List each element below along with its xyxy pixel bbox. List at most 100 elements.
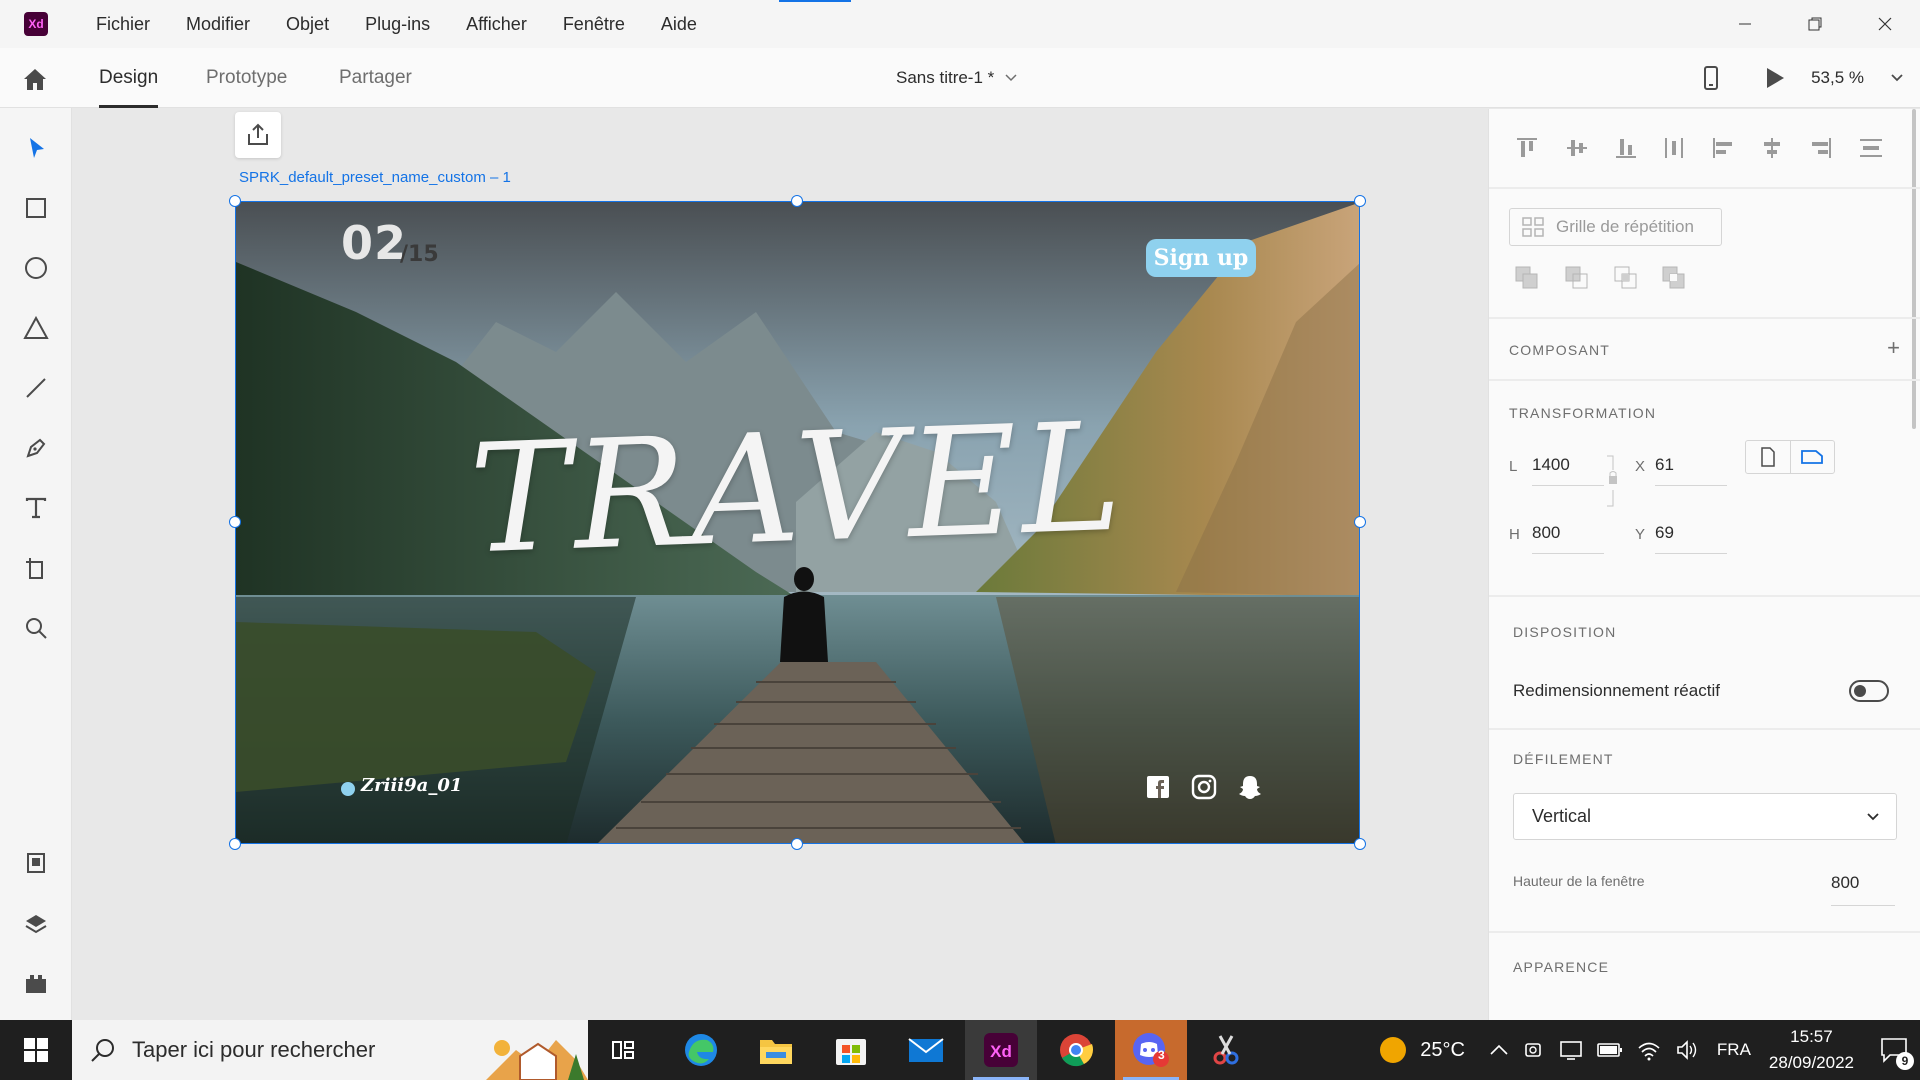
wifi-icon[interactable]	[1637, 1039, 1661, 1061]
align-right-button[interactable]	[1807, 134, 1835, 162]
distribute-horizontal-button[interactable]	[1857, 134, 1885, 162]
clock[interactable]: 15:57 28/09/2022	[1769, 1024, 1854, 1076]
document-title[interactable]: Sans titre-1 *	[896, 48, 1018, 108]
boolean-exclude-button[interactable]	[1660, 264, 1688, 292]
resize-handle-bottom-right[interactable]	[1354, 838, 1366, 850]
boolean-add-button[interactable]	[1513, 264, 1541, 292]
polygon-tool[interactable]	[20, 312, 52, 344]
close-button[interactable]	[1850, 0, 1920, 48]
edge-app[interactable]	[665, 1020, 737, 1080]
discord-badge: 3	[1158, 1048, 1165, 1062]
scroll-direction-select[interactable]: Vertical	[1513, 793, 1897, 840]
minimize-button[interactable]	[1710, 0, 1780, 48]
camera-icon[interactable]	[1523, 1039, 1545, 1061]
signup-button[interactable]: Sign up	[1146, 239, 1256, 277]
weather-sun-icon[interactable]	[1378, 1035, 1408, 1065]
text-tool[interactable]	[20, 492, 52, 524]
line-tool[interactable]	[20, 372, 52, 404]
resize-handle-top-left[interactable]	[229, 195, 241, 207]
distribute-vertical-button[interactable]	[1660, 134, 1688, 162]
tab-prototype[interactable]: Prototype	[206, 48, 287, 108]
home-button[interactable]	[20, 64, 50, 94]
menu-aide[interactable]: Aide	[643, 0, 715, 48]
xd-logo-icon: Xd	[24, 12, 48, 36]
responsive-resize-label: Redimensionnement réactif	[1513, 681, 1720, 700]
taskbar-search[interactable]: Taper ici pour rechercher	[72, 1020, 588, 1080]
rectangle-tool[interactable]	[20, 192, 52, 224]
align-middle-button[interactable]	[1563, 134, 1591, 162]
menu-plugins[interactable]: Plug-ins	[347, 0, 448, 48]
artboard-name[interactable]: SPRK_default_preset_name_custom – 1	[239, 169, 511, 186]
align-top-icon	[1517, 138, 1537, 157]
file-explorer-app[interactable]	[740, 1020, 812, 1080]
menu-afficher[interactable]: Afficher	[448, 0, 545, 48]
zoom-chevron-icon[interactable]	[1890, 73, 1904, 83]
menu-modifier[interactable]: Modifier	[168, 0, 268, 48]
align-top-button[interactable]	[1513, 134, 1541, 162]
align-left-button[interactable]	[1709, 134, 1737, 162]
zoom-level[interactable]: 53,5 %	[1811, 68, 1864, 88]
restore-icon	[1808, 17, 1822, 31]
adobe-xd-app[interactable]: Xd	[965, 1020, 1037, 1080]
tab-partager[interactable]: Partager	[339, 48, 412, 108]
input-language[interactable]: FRA	[1717, 1040, 1751, 1060]
viewport-height-input[interactable]: 800	[1831, 873, 1895, 906]
start-button[interactable]	[0, 1020, 72, 1080]
panel-scrollbar[interactable]	[1912, 109, 1916, 429]
resize-handle-left[interactable]	[229, 516, 241, 528]
discord-app[interactable]: 3	[1115, 1020, 1187, 1080]
resize-handle-top-right[interactable]	[1354, 195, 1366, 207]
height-input[interactable]: 800	[1532, 523, 1604, 554]
temperature[interactable]: 25°C	[1420, 1039, 1465, 1062]
task-view-button[interactable]	[588, 1020, 660, 1080]
artboard[interactable]: 02 /15 Sign up TRAVEL Zriii9a_01	[235, 201, 1360, 844]
align-bottom-button[interactable]	[1612, 134, 1640, 162]
add-component-button[interactable]: +	[1887, 335, 1900, 361]
width-input[interactable]: 1400	[1532, 455, 1604, 486]
menu-objet[interactable]: Objet	[268, 0, 347, 48]
menu-fenetre[interactable]: Fenêtre	[545, 0, 643, 48]
portrait-button[interactable]	[1746, 441, 1790, 473]
instagram-icon[interactable]	[1190, 773, 1218, 801]
chevron-up-icon[interactable]	[1489, 1042, 1509, 1058]
export-button[interactable]	[235, 112, 281, 158]
canvas[interactable]: SPRK_default_preset_name_custom – 1 02 /…	[73, 109, 1487, 1020]
restore-button[interactable]	[1780, 0, 1850, 48]
device-preview-button[interactable]	[1691, 66, 1731, 90]
display-icon[interactable]	[1559, 1039, 1583, 1061]
layers-button[interactable]	[20, 908, 52, 940]
ellipse-tool[interactable]	[20, 252, 52, 284]
align-center-button[interactable]	[1758, 134, 1786, 162]
tab-design[interactable]: Design	[99, 48, 159, 108]
select-tool[interactable]	[20, 132, 52, 164]
mail-app[interactable]	[890, 1020, 962, 1080]
responsive-resize-toggle[interactable]	[1849, 680, 1889, 702]
x-input[interactable]: 61	[1655, 455, 1727, 486]
repeat-grid-button[interactable]: Grille de répétition	[1509, 208, 1722, 246]
resize-handle-right[interactable]	[1354, 516, 1366, 528]
lock-aspect-icon[interactable]	[1605, 454, 1621, 516]
assets-button[interactable]	[20, 848, 52, 880]
chrome-app[interactable]	[1040, 1020, 1112, 1080]
resize-handle-bottom[interactable]	[791, 838, 803, 850]
zoom-tool[interactable]	[20, 612, 52, 644]
resize-handle-top[interactable]	[791, 195, 803, 207]
separator	[1489, 317, 1920, 319]
snapchat-icon[interactable]	[1236, 773, 1264, 801]
play-button[interactable]	[1755, 67, 1795, 89]
y-input[interactable]: 69	[1655, 523, 1727, 554]
artboard-tool[interactable]	[20, 552, 52, 584]
plugins-button[interactable]	[20, 968, 52, 1000]
boolean-subtract-button[interactable]	[1563, 264, 1591, 292]
notification-center-button[interactable]: 9	[1868, 1020, 1920, 1080]
resize-handle-bottom-left[interactable]	[229, 838, 241, 850]
menu-fichier[interactable]: Fichier	[78, 0, 168, 48]
pen-tool[interactable]	[20, 432, 52, 464]
microsoft-store-app[interactable]	[815, 1020, 887, 1080]
landscape-button[interactable]	[1789, 441, 1835, 473]
battery-icon[interactable]	[1597, 1041, 1623, 1059]
volume-icon[interactable]	[1675, 1039, 1699, 1061]
snipping-tool-app[interactable]	[1190, 1020, 1262, 1080]
boolean-intersect-button[interactable]	[1612, 264, 1640, 292]
facebook-icon[interactable]	[1144, 773, 1172, 801]
